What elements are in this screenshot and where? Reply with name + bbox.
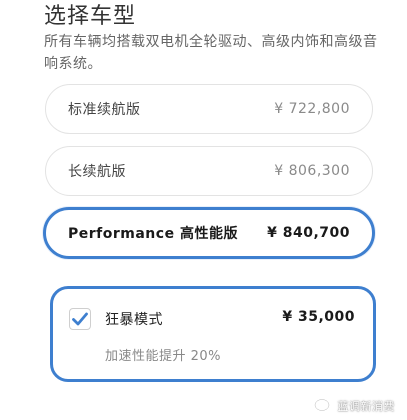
model-option-label: 长续航版 (68, 164, 126, 180)
model-option-long-range[interactable]: 长续航版 ¥ 806,300 (45, 146, 373, 196)
model-option-label: Performance 高性能版 (68, 226, 238, 242)
checkmark-icon (72, 312, 88, 326)
addon-price: ¥ 35,000 (282, 309, 355, 325)
ludicrous-mode-checkbox[interactable] (69, 308, 91, 330)
watermark: 蓝调新消费 (313, 398, 396, 414)
model-option-label: 标准续航版 (68, 102, 141, 118)
page-subtitle: 所有车辆均搭载双电机全轮驱动、高级内饰和高级音响系统。 (44, 34, 378, 72)
model-option-performance-selected[interactable]: Performance 高性能版 ¥ 840,700 (43, 207, 375, 259)
model-option-price: ¥ 840,700 (267, 225, 350, 241)
ludicrous-mode-addon[interactable]: 狂暴模式 ¥ 35,000 加速性能提升 20% (50, 286, 376, 382)
addon-description: 加速性能提升 20% (105, 349, 222, 364)
model-selection-page: 选择车型 所有车辆均搭载双电机全轮驱动、高级内饰和高级音响系统。 标准续航版 ¥… (0, 0, 407, 420)
model-option-price: ¥ 722,800 (274, 101, 350, 117)
addon-label: 狂暴模式 (105, 312, 163, 328)
model-option-price: ¥ 806,300 (274, 163, 350, 179)
page-title: 选择车型 (44, 4, 137, 29)
wechat-logo-icon (313, 398, 333, 414)
model-option-standard-range[interactable]: 标准续航版 ¥ 722,800 (45, 84, 373, 134)
watermark-text: 蓝调新消费 (337, 400, 395, 413)
